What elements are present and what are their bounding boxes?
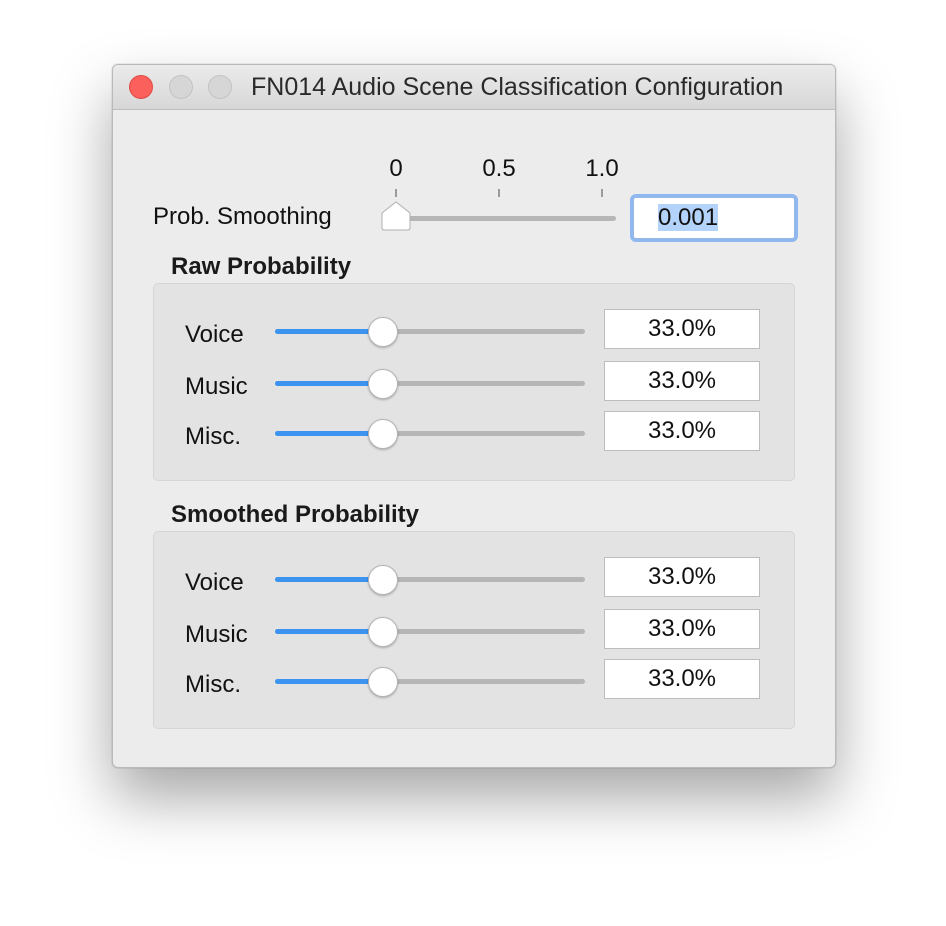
raw-music-slider-knob[interactable] <box>368 369 398 399</box>
close-button[interactable] <box>129 75 153 99</box>
tick-mark-0-5 <box>498 189 500 197</box>
tick-mark-1-0 <box>601 189 603 197</box>
smoothed-misc-value: 33.0% <box>604 659 760 699</box>
raw-music-value: 33.0% <box>604 361 760 401</box>
smoothed-music-value: 33.0% <box>604 609 760 649</box>
raw-misc-slider-fill <box>275 431 383 436</box>
tick-mark-0 <box>395 189 397 197</box>
window-title: FN014 Audio Scene Classification Configu… <box>251 73 784 101</box>
prob-smoothing-value: 0.001 <box>658 204 719 231</box>
raw-misc-slider-knob[interactable] <box>368 419 398 449</box>
raw-misc-label: Misc. <box>185 423 241 450</box>
smoothed-music-slider-knob[interactable] <box>368 617 398 647</box>
smoothed-misc-slider[interactable] <box>275 679 585 684</box>
raw-voice-value: 33.0% <box>604 309 760 349</box>
smoothed-misc-label: Misc. <box>185 671 241 698</box>
smoothed-voice-slider-fill <box>275 577 383 582</box>
raw-misc-value: 33.0% <box>604 411 760 451</box>
smoothed-voice-slider-knob[interactable] <box>368 565 398 595</box>
raw-misc-slider[interactable] <box>275 431 585 436</box>
tick-label-0-5: 0.5 <box>482 155 516 182</box>
prob-smoothing-label: Prob. Smoothing <box>153 203 332 230</box>
smoothed-music-slider[interactable] <box>275 629 585 634</box>
raw-music-label: Music <box>185 373 248 400</box>
raw-voice-slider-knob[interactable] <box>368 317 398 347</box>
tick-label-0: 0 <box>389 155 403 182</box>
smoothed-misc-slider-fill <box>275 679 383 684</box>
prob-smoothing-slider-knob[interactable] <box>380 201 412 231</box>
zoom-button[interactable] <box>208 75 232 99</box>
raw-music-slider-fill <box>275 381 383 386</box>
smoothed-voice-label: Voice <box>185 569 244 596</box>
tick-label-1-0: 1.0 <box>585 155 619 182</box>
smoothed-voice-value: 33.0% <box>604 557 760 597</box>
raw-music-slider[interactable] <box>275 381 585 386</box>
config-window: FN014 Audio Scene Classification Configu… <box>112 64 836 768</box>
smoothed-music-label: Music <box>185 621 248 648</box>
minimize-button[interactable] <box>169 75 193 99</box>
raw-voice-slider[interactable] <box>275 329 585 334</box>
prob-smoothing-slider[interactable] <box>396 216 616 221</box>
prob-smoothing-input[interactable]: 0.001 <box>633 197 795 239</box>
raw-voice-label: Voice <box>185 321 244 348</box>
raw-voice-slider-fill <box>275 329 383 334</box>
smoothed-misc-slider-knob[interactable] <box>368 667 398 697</box>
smoothed-voice-slider[interactable] <box>275 577 585 582</box>
raw-probability-title: Raw Probability <box>171 253 352 280</box>
title-bar[interactable]: FN014 Audio Scene Classification Configu… <box>113 65 835 110</box>
smoothed-music-slider-fill <box>275 629 383 634</box>
smoothed-probability-title: Smoothed Probability <box>171 501 420 528</box>
